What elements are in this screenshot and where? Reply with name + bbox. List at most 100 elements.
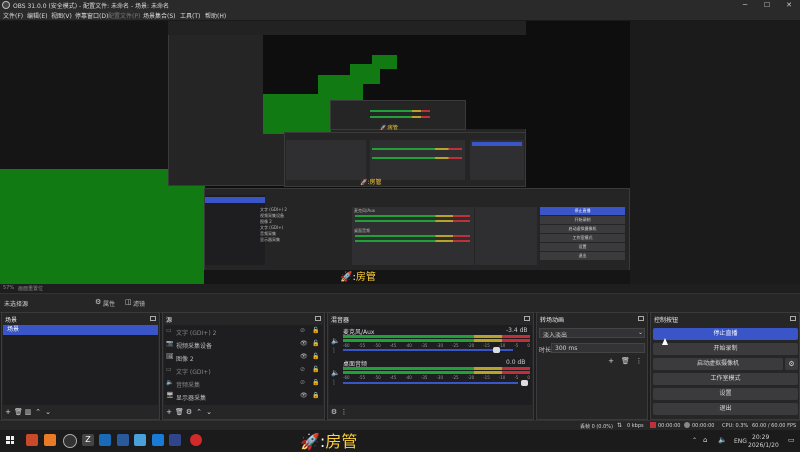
steam-icon[interactable]	[117, 434, 129, 446]
filters-button[interactable]: 滤镜	[133, 299, 145, 308]
volume-slider[interactable]	[343, 382, 518, 384]
app-icon[interactable]	[44, 434, 56, 446]
add-transition-button[interactable]: +	[607, 357, 615, 365]
nested-scenes	[205, 195, 265, 265]
lock-icon[interactable]: 🔓	[312, 327, 319, 334]
lock-icon[interactable]: 🔒	[312, 392, 319, 399]
app-icon[interactable]	[152, 434, 164, 446]
add-source-button[interactable]: +	[165, 408, 173, 416]
preview-zoom-row: 57% 画面重置位	[0, 284, 800, 293]
gear-icon[interactable]: ⚙	[330, 408, 338, 416]
arrow-up-icon[interactable]: ⌃	[34, 408, 42, 416]
lock-icon[interactable]: 🔓	[312, 340, 319, 347]
language-indicator[interactable]: ENG	[734, 438, 747, 445]
volume-slider[interactable]	[343, 349, 513, 351]
trash-icon[interactable]: 🗑	[175, 408, 184, 416]
app-icon[interactable]	[26, 434, 38, 446]
arrow-down-icon[interactable]: ⌄	[44, 408, 52, 416]
trash-icon[interactable]: 🗑	[621, 357, 630, 365]
source-row[interactable]: 🖼 图像 2 👁 🔓	[166, 353, 321, 366]
app-icon[interactable]	[190, 434, 202, 446]
studio-mode-button[interactable]: 工作室模式	[653, 373, 798, 385]
speaker-icon[interactable]: 🔈	[331, 369, 340, 377]
add-scene-button[interactable]: +	[4, 408, 12, 416]
source-row[interactable]: 🖥 显示器采集 👁 🔒	[166, 392, 321, 405]
lock-icon[interactable]: 🔓	[312, 366, 319, 373]
rec-time: 00:00:00	[692, 423, 715, 429]
gear-icon[interactable]: ⚙	[185, 408, 193, 416]
nested-control: 退出	[540, 252, 625, 260]
transition-select[interactable]: 淡入淡出 ⌄	[539, 328, 645, 339]
undock-icon[interactable]	[790, 316, 796, 321]
app-icon[interactable]	[99, 434, 111, 446]
undock-icon[interactable]	[524, 316, 530, 321]
network-icon[interactable]: ⌂	[703, 436, 707, 444]
menu-file[interactable]: 文件(F)	[3, 11, 23, 20]
gear-icon[interactable]: ⚙	[785, 358, 798, 370]
clock-time[interactable]: 20:29	[752, 434, 769, 441]
trash-icon[interactable]: 🗑	[14, 408, 23, 416]
sources-list[interactable]: ▭ 文字 (GDI+) 2 ⊘ 🔓 📷 视频采集设备 👁 🔓 🖼 图像 2 👁 …	[164, 325, 323, 405]
close-button[interactable]: ✕	[778, 0, 800, 10]
filter-icon[interactable]: ◫	[125, 298, 132, 306]
more-icon[interactable]: ⋮	[635, 357, 643, 365]
menu-tools[interactable]: 工具(T)	[180, 11, 200, 20]
scene-item[interactable]: 场景	[3, 325, 158, 335]
start-recording-button[interactable]: 开始录制	[653, 343, 798, 355]
eye-hidden-icon[interactable]: ⊘	[300, 366, 305, 373]
lock-icon[interactable]: 🔓	[312, 353, 319, 360]
properties-button[interactable]: 属性	[103, 299, 115, 308]
sources-toolbar: + 🗑 ⚙ ⌃ ⌄	[165, 408, 245, 418]
undock-icon[interactable]	[315, 316, 321, 321]
duration-input[interactable]: 300 ms	[551, 343, 645, 353]
menu-scene-collection[interactable]: 场景集合(S)	[143, 11, 176, 20]
windows-start-icon[interactable]	[6, 436, 14, 444]
start-virtual-camera-button[interactable]: 启动虚拟摄像机	[653, 358, 783, 370]
source-row[interactable]: 📷 视频采集设备 👁 🔓	[166, 340, 321, 353]
eye-icon[interactable]: 👁	[300, 353, 308, 360]
source-row[interactable]: ▭ 文字 (GDI+) ⊘ 🔓	[166, 366, 321, 379]
menu-help[interactable]: 帮助(H)	[205, 11, 226, 20]
more-icon[interactable]: ⋮	[340, 408, 348, 416]
clock-date[interactable]: 2026/1/20	[748, 442, 779, 449]
exit-button[interactable]: 退出	[653, 403, 798, 415]
scenes-list[interactable]: 场景	[3, 325, 158, 405]
filter-icon[interactable]: ▥	[24, 408, 32, 416]
undock-icon[interactable]	[150, 316, 156, 321]
menu-edit[interactable]: 编辑(E)	[27, 11, 47, 20]
nested-control: 启动虚拟摄像机	[540, 225, 625, 233]
minimize-button[interactable]: ─	[734, 0, 756, 10]
volume-icon[interactable]: 🔈	[718, 436, 727, 444]
undock-icon[interactable]	[638, 316, 644, 321]
zoom-mode[interactable]: 画面重置位	[18, 285, 43, 292]
stop-streaming-button[interactable]: 停止直播	[653, 328, 798, 340]
speaker-icon[interactable]: 🔈	[331, 337, 340, 345]
menu-docks[interactable]: 停靠窗口(D)	[75, 11, 108, 20]
eye-icon[interactable]: 👁	[300, 392, 308, 399]
volume-slider-handle[interactable]	[521, 380, 528, 386]
obs-icon[interactable]	[63, 434, 77, 448]
chevron-up-icon[interactable]: ⌃	[692, 437, 697, 444]
notification-icon[interactable]: ▭	[788, 436, 795, 444]
eye-hidden-icon[interactable]: ⊘	[300, 379, 305, 386]
gear-icon[interactable]: ⋮	[331, 379, 337, 386]
source-row[interactable]: 🔈 音频采集 ⊘ 🔒	[166, 379, 321, 392]
eye-hidden-icon[interactable]: ⊘	[300, 327, 305, 334]
chevron-down-icon: ⌄	[638, 329, 644, 336]
source-row[interactable]: ▭ 文字 (GDI+) 2 ⊘ 🔓	[166, 327, 321, 340]
app-icon[interactable]	[169, 434, 181, 446]
settings-button[interactable]: 设置	[653, 388, 798, 400]
zoom-level[interactable]: 57%	[3, 285, 14, 291]
arrow-up-icon[interactable]: ⌃	[195, 408, 203, 416]
app-icon[interactable]: Z	[82, 434, 94, 446]
maximize-button[interactable]: ☐	[756, 0, 778, 10]
volume-slider-handle[interactable]	[493, 347, 500, 353]
arrow-down-icon[interactable]: ⌄	[205, 408, 213, 416]
eye-icon[interactable]: 👁	[300, 340, 308, 347]
lock-icon[interactable]: 🔒	[312, 379, 319, 386]
speaker-icon: 🔈	[166, 379, 174, 386]
app-icon[interactable]	[134, 434, 146, 446]
gear-icon[interactable]: ⚙	[95, 298, 101, 306]
gear-icon[interactable]: ⋮	[331, 347, 337, 354]
menu-view[interactable]: 视图(V)	[51, 11, 72, 20]
